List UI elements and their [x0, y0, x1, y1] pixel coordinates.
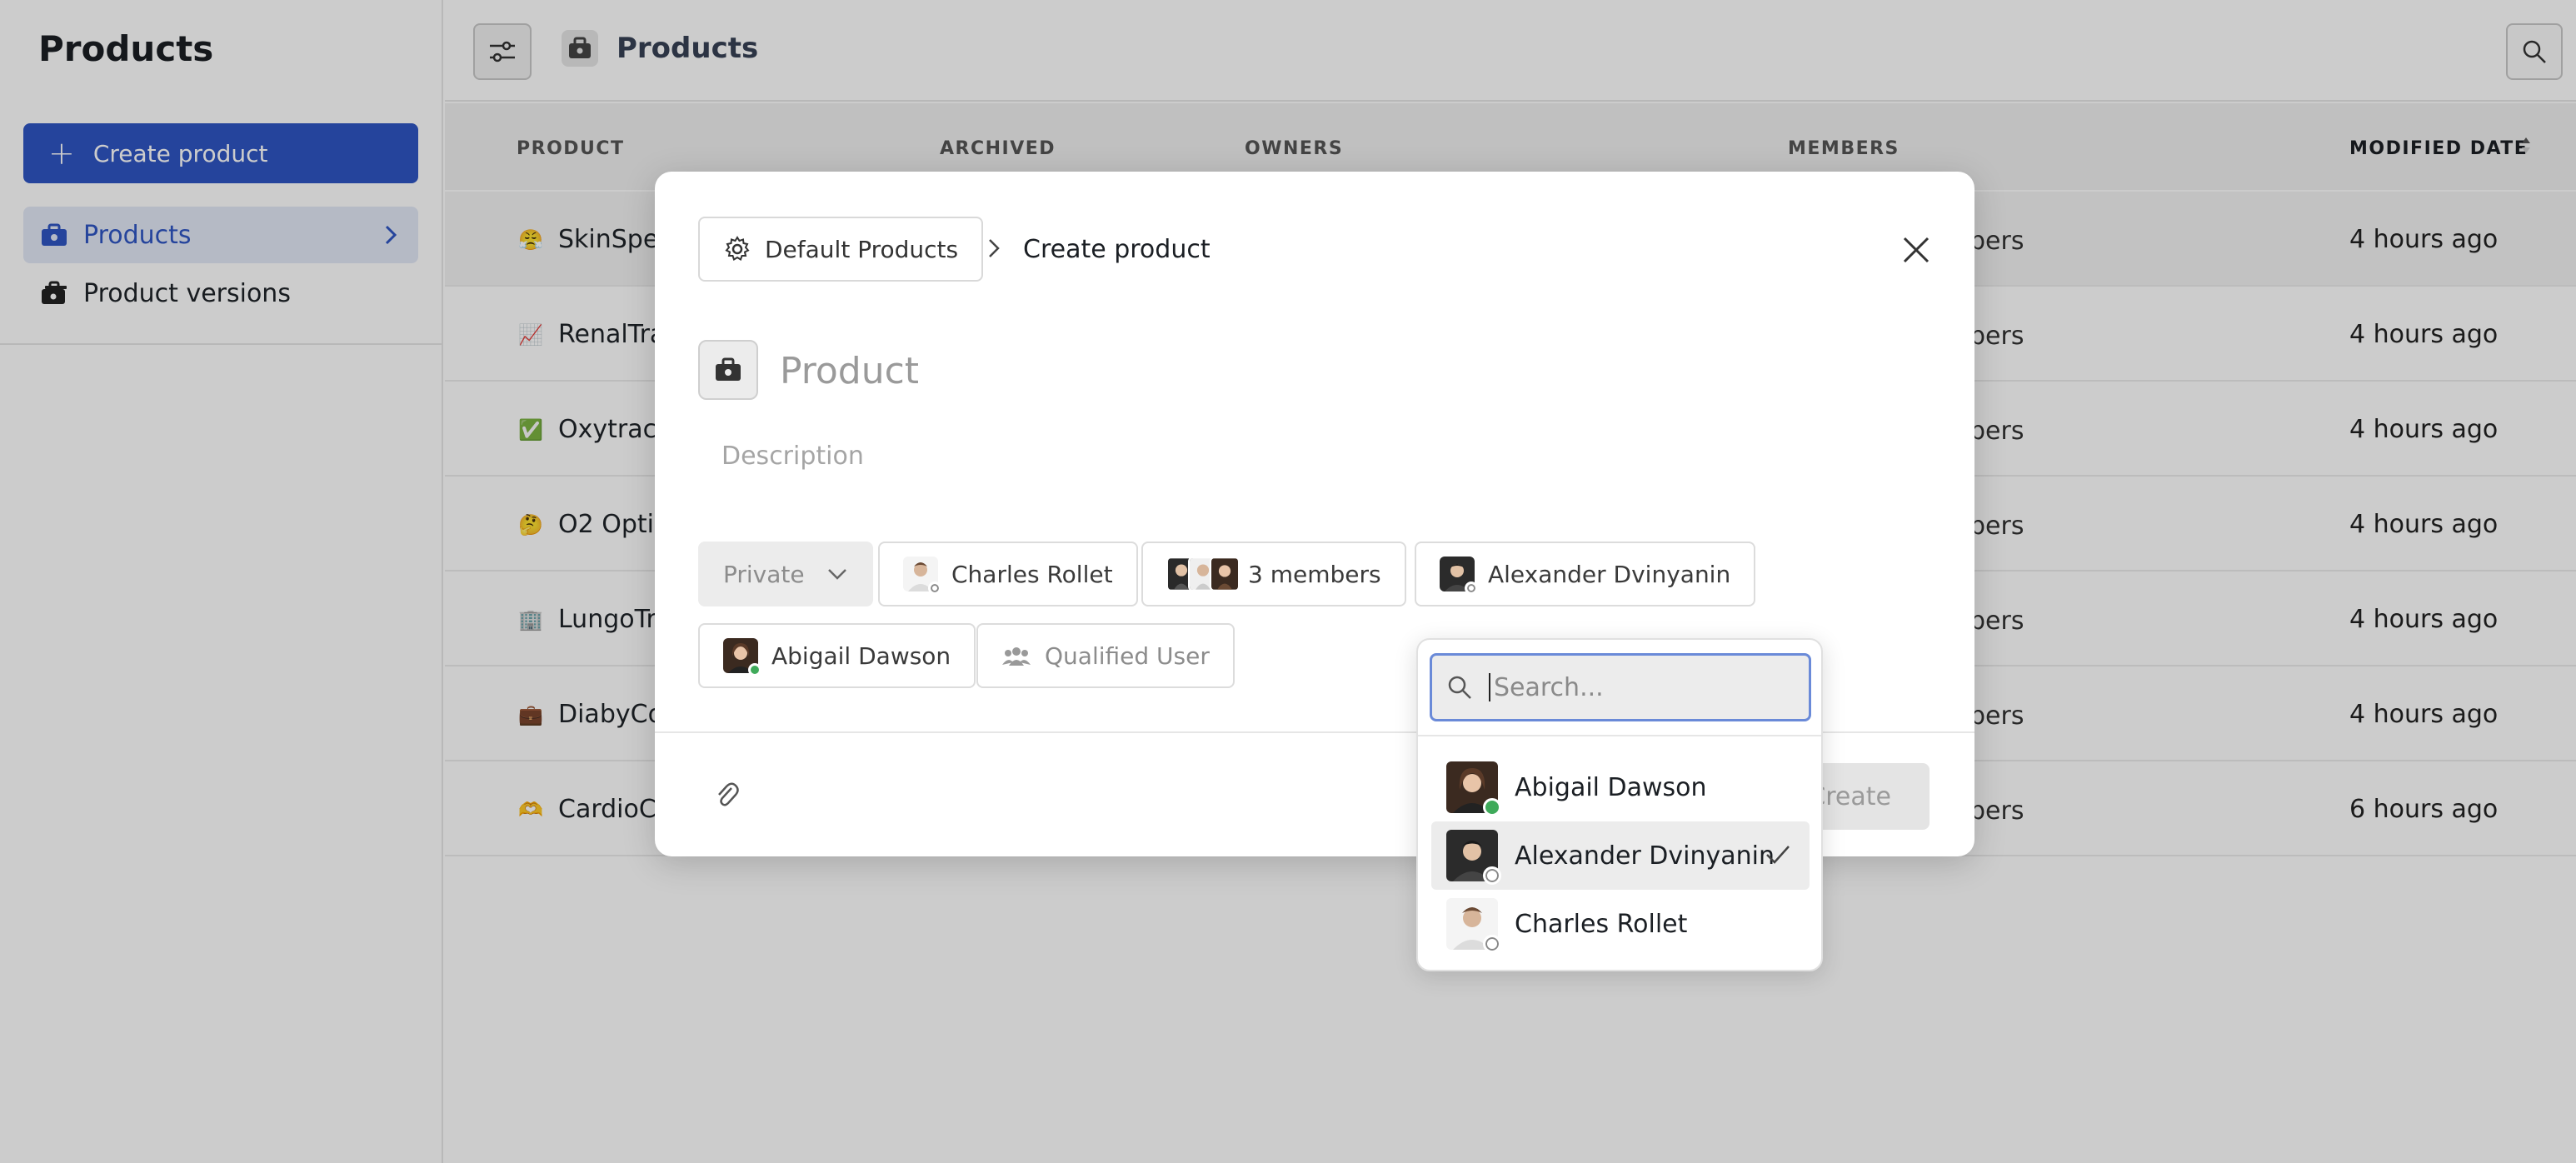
member-option-name: Alexander Dvinyanin	[1515, 841, 1775, 871]
description-input[interactable]: Description	[721, 442, 864, 471]
avatar	[1446, 898, 1501, 953]
member-option-selected[interactable]: Alexander Dvinyanin	[1431, 821, 1810, 890]
chevron-down-icon	[826, 567, 848, 582]
search-placeholder: Search...	[1494, 672, 1604, 702]
member-option-name: Abigail Dawson	[1515, 772, 1707, 802]
role-chip[interactable]: Qualified User	[976, 623, 1235, 688]
status-dot	[1483, 866, 1501, 885]
users-icon	[1001, 644, 1031, 667]
avatar	[1446, 830, 1501, 885]
assignee-chip[interactable]: Abigail Dawson	[698, 623, 976, 688]
status-dot	[1465, 582, 1478, 595]
status-dot	[1483, 798, 1501, 816]
assignee-chip[interactable]: Alexander Dvinyanin	[1415, 542, 1756, 606]
text-cursor	[1489, 673, 1490, 701]
gear-icon	[723, 235, 751, 263]
breadcrumb-parent-label: Default Products	[765, 235, 959, 263]
briefcase-icon	[716, 357, 741, 381]
status-dot	[1483, 935, 1501, 953]
chevron-right-icon	[985, 237, 1003, 263]
assignee-name: Abigail Dawson	[771, 641, 951, 670]
breadcrumb-default-products[interactable]: Default Products	[698, 217, 984, 282]
role-label: Qualified User	[1045, 641, 1210, 670]
avatar	[723, 638, 761, 676]
member-picker-dropdown: Search... Abigail Dawson Alexander Dviny…	[1416, 638, 1823, 971]
product-icon-picker[interactable]	[698, 340, 758, 400]
visibility-label: Private	[723, 560, 805, 588]
owner-name: Charles Rollet	[951, 560, 1113, 588]
assignee-name: Alexander Dvinyanin	[1488, 560, 1731, 588]
member-option-name: Charles Rollet	[1515, 909, 1688, 939]
members-chip[interactable]: 3 members	[1141, 542, 1406, 606]
close-icon[interactable]	[1901, 235, 1931, 265]
owner-chip[interactable]: Charles Rollet	[878, 542, 1138, 606]
status-dot	[748, 663, 761, 676]
status-dot	[928, 582, 941, 595]
breadcrumb-current: Create product	[1023, 235, 1211, 264]
member-option[interactable]: Abigail Dawson	[1431, 753, 1810, 821]
avatar	[1446, 761, 1501, 816]
divider	[1418, 735, 1821, 736]
paperclip-icon[interactable]	[715, 780, 740, 813]
visibility-select[interactable]: Private	[698, 542, 873, 606]
avatar	[903, 557, 941, 595]
avatar-stack	[1166, 557, 1240, 591]
checkmark-icon	[1765, 843, 1791, 873]
product-name-input[interactable]: Product	[780, 350, 919, 392]
search-icon	[1447, 675, 1472, 700]
members-count: 3 members	[1248, 560, 1381, 588]
avatar	[1440, 557, 1478, 595]
member-search-input[interactable]: Search...	[1430, 653, 1811, 721]
member-option[interactable]: Charles Rollet	[1431, 890, 1810, 958]
